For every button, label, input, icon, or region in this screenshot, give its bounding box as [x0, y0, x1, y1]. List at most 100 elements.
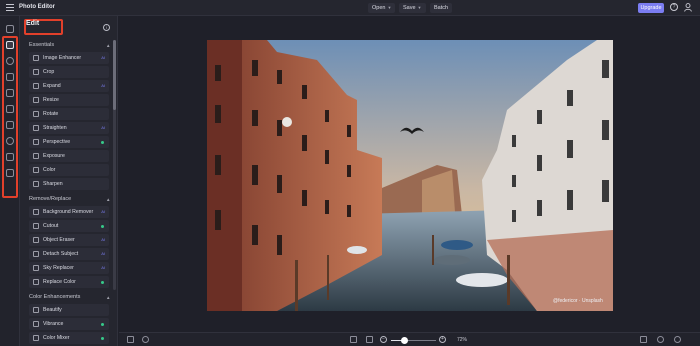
- actual-size-icon[interactable]: [366, 336, 373, 343]
- tool-label: Straighten: [43, 125, 67, 131]
- tool-rotate[interactable]: Rotate: [29, 108, 109, 120]
- bottom-bar: [119, 332, 700, 346]
- history-icon[interactable]: [142, 336, 149, 343]
- chevron-down-icon: ▼: [417, 5, 422, 10]
- tool-resize[interactable]: Resize: [29, 94, 109, 106]
- panel-scrollbar-thumb[interactable]: [113, 40, 116, 110]
- tool-crop[interactable]: Crop: [29, 66, 109, 78]
- hamburger-menu-icon[interactable]: [6, 4, 14, 11]
- tool-perspective[interactable]: Perspective: [29, 136, 109, 148]
- replace-color-icon: [33, 279, 39, 285]
- new-dot: [101, 225, 104, 228]
- section-title-color-enhancements[interactable]: Color Enhancements: [29, 294, 80, 300]
- tool-label: Sharpen: [43, 181, 63, 187]
- tool-label: Object Eraser: [43, 237, 75, 243]
- chevron-up-icon[interactable]: ▲: [106, 295, 110, 300]
- eraser-icon: [33, 237, 39, 243]
- enhance-icon: [33, 55, 39, 61]
- tool-label: Image Enhancer: [43, 55, 82, 61]
- tool-cutout[interactable]: Cutout: [29, 220, 109, 232]
- zoom-value: 72%: [457, 337, 468, 343]
- batch-button[interactable]: Batch: [430, 3, 453, 13]
- crop-icon: [33, 69, 39, 75]
- section-title-remove-replace[interactable]: Remove/Replace: [29, 196, 71, 202]
- tool-label: Color Mixer: [43, 335, 70, 341]
- new-dot: [101, 323, 104, 326]
- tool-label: Sky Replacer: [43, 265, 74, 271]
- tool-object-eraser[interactable]: Object Eraser AI: [29, 234, 109, 246]
- info-icon[interactable]: i: [103, 24, 110, 31]
- rotate-icon: [33, 111, 39, 117]
- user-icon[interactable]: [684, 3, 692, 12]
- perspective-icon: [33, 139, 39, 145]
- tool-background-remover[interactable]: Background Remover AI: [29, 206, 109, 218]
- tool-expand[interactable]: Expand AI: [29, 80, 109, 92]
- zoom-slider-knob[interactable]: [401, 337, 408, 344]
- new-dot: [101, 337, 104, 340]
- top-bar: Photo Editor Open ▼ Save ▼ Batch Upgrade ?: [0, 0, 700, 16]
- photo-image: [207, 40, 613, 311]
- fit-screen-icon[interactable]: [350, 336, 357, 343]
- tool-sharpen[interactable]: Sharpen: [29, 178, 109, 190]
- save-button[interactable]: Save ▼: [399, 3, 426, 13]
- help-circle-icon[interactable]: ?: [670, 3, 678, 11]
- chevron-up-icon[interactable]: ▲: [106, 197, 110, 202]
- background-remover-icon: [33, 209, 39, 215]
- sharpen-icon: [33, 181, 39, 187]
- exposure-icon: [33, 153, 39, 159]
- undo-icon[interactable]: [657, 336, 664, 343]
- open-button[interactable]: Open ▼: [368, 3, 396, 13]
- new-dot: [101, 141, 104, 144]
- tool-rail: [0, 16, 20, 346]
- cutout-icon: [33, 223, 39, 229]
- straighten-icon: [33, 125, 39, 131]
- ai-badge: AI: [101, 237, 105, 242]
- tool-detach-subject[interactable]: Detach Subject AI: [29, 248, 109, 260]
- new-dot: [101, 281, 104, 284]
- sky-icon: [33, 265, 39, 271]
- photo-credit: @federicor · Unsplash: [553, 298, 603, 304]
- app-title: Photo Editor: [19, 4, 55, 10]
- tool-label: Rotate: [43, 111, 59, 117]
- photo-venice-canal[interactable]: [207, 40, 613, 311]
- tool-color[interactable]: Color: [29, 164, 109, 176]
- tool-replace-color[interactable]: Replace Color: [29, 276, 109, 288]
- detach-subject-icon: [33, 251, 39, 257]
- section-title-essentials[interactable]: Essentials: [29, 42, 54, 48]
- redo-icon[interactable]: [674, 336, 681, 343]
- tool-image-enhancer[interactable]: Image Enhancer AI: [29, 52, 109, 64]
- upgrade-button[interactable]: Upgrade: [638, 3, 664, 13]
- tool-label: Detach Subject: [43, 251, 79, 257]
- tool-straighten[interactable]: Straighten AI: [29, 122, 109, 134]
- tool-label: Background Remover: [43, 209, 94, 215]
- tool-color-mixer[interactable]: Color Mixer: [29, 332, 109, 344]
- tool-label: Vibrance: [43, 321, 64, 327]
- ai-badge: AI: [101, 265, 105, 270]
- layers-icon[interactable]: [6, 25, 14, 33]
- tool-sky-replacer[interactable]: Sky Replacer AI: [29, 262, 109, 274]
- chevron-up-icon[interactable]: ▲: [106, 43, 110, 48]
- tool-label: Color: [43, 167, 56, 173]
- save-label: Save: [403, 5, 416, 11]
- layers-stack-icon[interactable]: [127, 336, 134, 343]
- batch-label: Batch: [434, 5, 449, 11]
- compare-icon[interactable]: [640, 336, 647, 343]
- ai-badge: AI: [101, 209, 105, 214]
- tool-label: Exposure: [43, 153, 65, 159]
- ai-badge: AI: [101, 251, 105, 256]
- expand-icon: [33, 83, 39, 89]
- tool-beautify[interactable]: Beautify: [29, 304, 109, 316]
- zoom-out-icon[interactable]: −: [380, 336, 387, 343]
- tool-label: Perspective: [43, 139, 71, 145]
- tool-vibrance[interactable]: Vibrance: [29, 318, 109, 330]
- ai-badge: AI: [101, 83, 105, 88]
- color-icon: [33, 167, 39, 173]
- tool-exposure[interactable]: Exposure: [29, 150, 109, 162]
- panel-title: Edit: [26, 20, 40, 27]
- rail-highlight-box: [2, 36, 18, 198]
- edit-panel: Edit i Essentials ▲ Image Enhancer AI Cro…: [20, 16, 118, 346]
- chevron-down-icon: ▼: [387, 5, 392, 10]
- open-label: Open: [372, 5, 386, 11]
- tool-label: Beautify: [43, 307, 62, 313]
- zoom-in-icon[interactable]: +: [439, 336, 446, 343]
